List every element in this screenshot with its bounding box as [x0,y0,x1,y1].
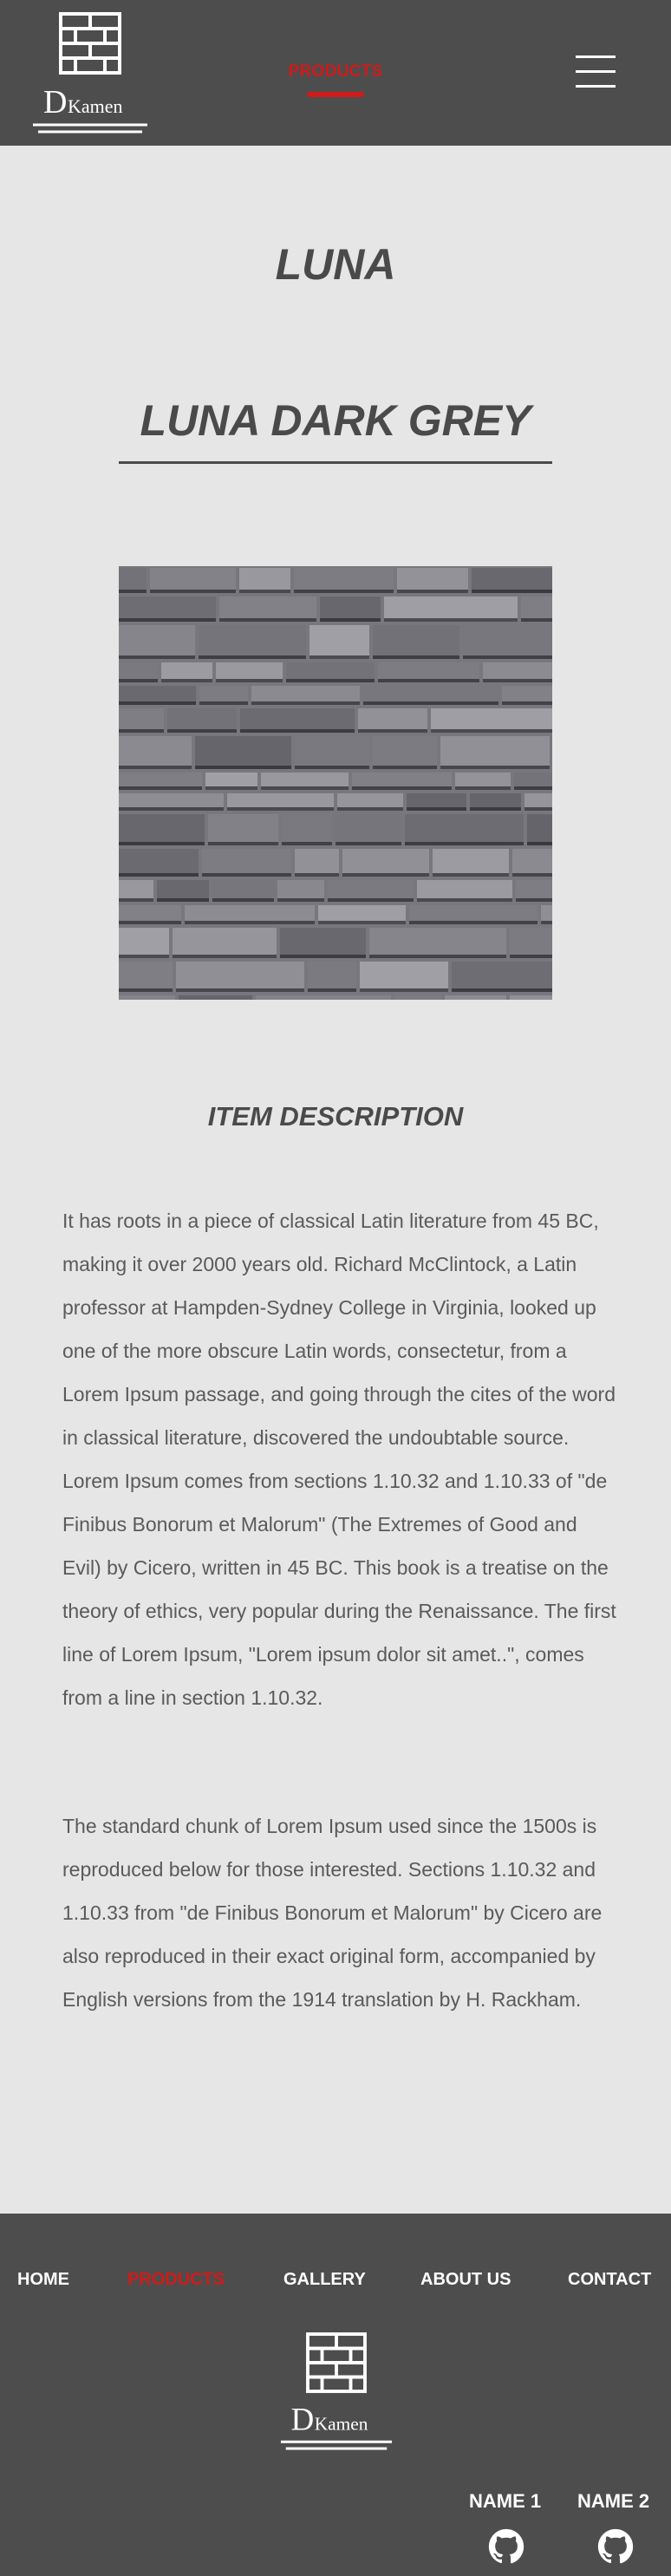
page-title: LUNA [275,240,396,289]
svg-text:D: D [43,84,67,121]
footer-nav-home[interactable]: HOME [17,2270,69,2290]
author-name-1: NAME 1 [469,2490,542,2512]
site-header: D Kamen PRODUCTS [0,0,671,146]
svg-text:D: D [291,2402,315,2437]
description-paragraph: The standard chunk of Lorem Ipsum used s… [62,1815,603,2011]
author-name-2: NAME 2 [577,2490,650,2512]
footer-nav-products[interactable]: PRODUCTS [127,2270,225,2290]
nav-products[interactable]: PRODUCTS [284,62,387,82]
svg-text:Kamen: Kamen [315,2414,368,2435]
footer-nav-gallery[interactable]: GALLERY [283,2270,366,2290]
description-paragraph: It has roots in a piece of classical Lat… [62,1210,616,1709]
footer-dkamen-logo[interactable]: D Kamen [279,2331,394,2452]
hamburger-menu-icon[interactable] [576,54,616,88]
github-icon[interactable] [488,2528,524,2565]
github-icon[interactable] [597,2528,634,2565]
svg-text:Kamen: Kamen [68,95,123,117]
footer-nav-contact[interactable]: CONTACT [568,2270,651,2290]
title-divider [119,461,552,464]
item-description-heading: ITEM DESCRIPTION [207,1101,464,1131]
footer-nav-about-us[interactable]: ABOUT US [420,2270,511,2290]
product-image [119,566,552,1000]
dkamen-logo[interactable]: D Kamen [31,10,149,135]
product-title: LUNA DARK GREY [140,396,531,445]
active-nav-indicator [307,92,364,97]
